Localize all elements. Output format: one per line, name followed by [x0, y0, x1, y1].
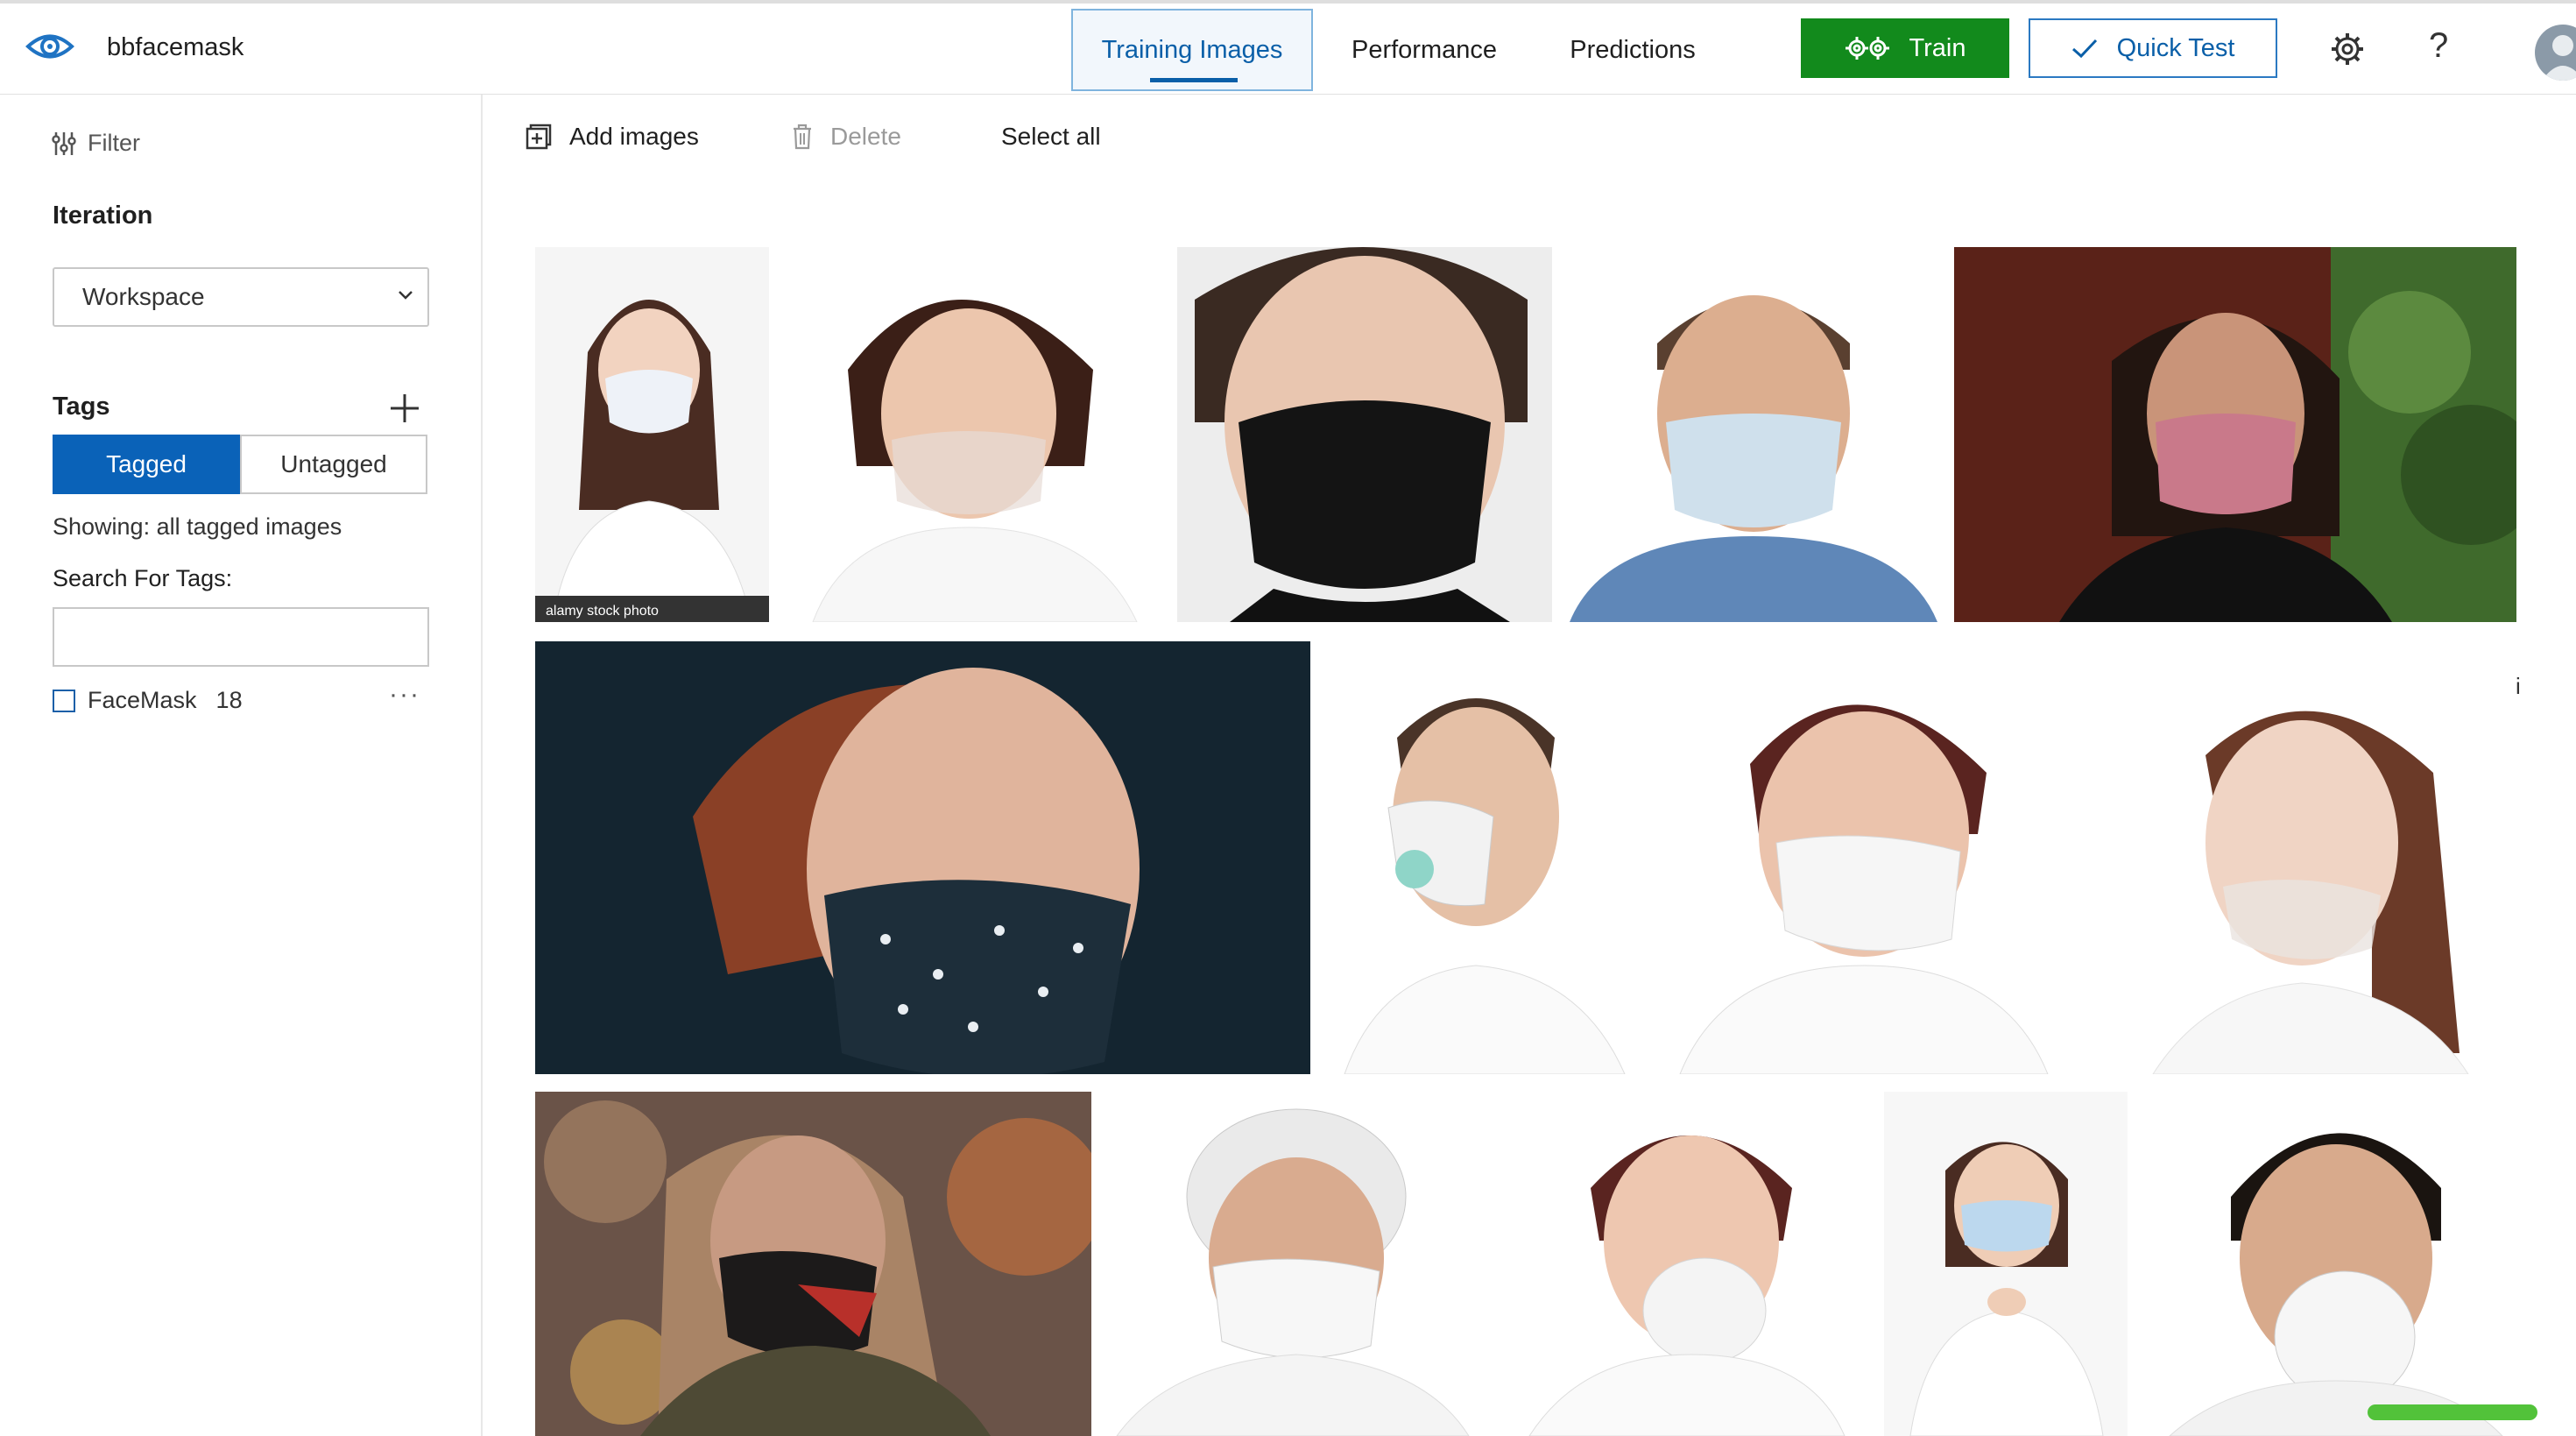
tab-label: Performance: [1351, 35, 1497, 64]
add-images-button[interactable]: Add images: [526, 123, 699, 151]
iteration-value: Workspace: [82, 283, 205, 310]
tag-name: FaceMask: [88, 687, 197, 713]
filter-button[interactable]: Filter: [51, 130, 140, 157]
add-images-label: Add images: [569, 123, 699, 150]
train-label: Train: [1909, 33, 1966, 62]
user-avatar[interactable]: [2535, 25, 2576, 81]
training-image-thumbnail[interactable]: [2083, 641, 2518, 1074]
tab-performance[interactable]: Performance: [1331, 9, 1517, 91]
quick-test-label: Quick Test: [2116, 33, 2235, 62]
tab-label: Predictions: [1570, 35, 1696, 64]
delete-button[interactable]: Delete: [792, 123, 901, 151]
tag-list-item[interactable]: FaceMask 18: [53, 687, 243, 714]
search-tags-input[interactable]: [53, 607, 429, 667]
quick-test-button[interactable]: Quick Test: [2029, 18, 2277, 78]
tags-title: Tags: [53, 393, 110, 421]
train-button[interactable]: Train: [1801, 18, 2009, 78]
watermark-text: alamy stock photo: [546, 604, 659, 619]
training-image-thumbnail[interactable]: [1494, 1092, 1867, 1436]
top-bar: bbfacemask Training Images Performance P…: [0, 0, 2576, 95]
checkmark-icon: [2071, 39, 2097, 59]
select-all-label: Select all: [1001, 123, 1101, 150]
select-all-button[interactable]: Select all: [1001, 123, 1101, 151]
training-image-thumbnail[interactable]: [1884, 1092, 2128, 1436]
search-tags-label: Search For Tags:: [53, 565, 233, 591]
training-image-thumbnail[interactable]: [778, 247, 1163, 622]
add-image-icon: [526, 124, 552, 150]
training-image-thumbnail[interactable]: [535, 1092, 1091, 1436]
training-image-thumbnail[interactable]: [535, 641, 1310, 1074]
help-icon[interactable]: ?: [2429, 26, 2448, 66]
tag-count: 18: [215, 687, 243, 713]
delete-label: Delete: [830, 123, 901, 150]
training-image-thumbnail[interactable]: [1570, 247, 1937, 622]
training-image-thumbnail[interactable]: [1954, 247, 2516, 622]
training-image-thumbnail[interactable]: [1177, 247, 1552, 622]
active-tab-indicator: [1150, 78, 1238, 82]
tab-predictions[interactable]: Predictions: [1547, 9, 1719, 91]
project-name[interactable]: bbfacemask: [107, 33, 243, 62]
trash-icon: [794, 124, 811, 150]
filter-label: Filter: [88, 130, 140, 156]
scroll-indicator-glyph: i: [2516, 673, 2521, 699]
person-icon: [2542, 35, 2576, 81]
iteration-dropdown[interactable]: Workspace: [53, 267, 429, 327]
tag-checkbox[interactable]: [53, 689, 75, 712]
tag-more-options-icon[interactable]: ···: [389, 680, 420, 710]
tab-label: Training Images: [1101, 35, 1283, 64]
training-image-thumbnail[interactable]: [1327, 641, 1639, 1074]
iteration-title: Iteration: [53, 202, 153, 230]
upload-progress-bar: [2368, 1404, 2537, 1420]
showing-status: Showing: all tagged images: [53, 513, 342, 540]
add-tag-plus-icon[interactable]: [389, 393, 420, 424]
training-image-thumbnail[interactable]: [1654, 641, 2065, 1074]
eye-icon[interactable]: [25, 25, 75, 68]
chevron-down-icon: [399, 291, 413, 300]
tab-training-images[interactable]: Training Images: [1071, 9, 1313, 91]
untagged-toggle[interactable]: Untagged: [240, 435, 427, 494]
sidebar: Filter Iteration Workspace Tags Tagged U…: [0, 95, 483, 1436]
filter-sliders-icon: [52, 131, 76, 155]
gears-icon: [1845, 37, 1889, 60]
training-image-thumbnail[interactable]: [1108, 1092, 1478, 1436]
training-image-thumbnail[interactable]: [2143, 1092, 2518, 1436]
training-image-thumbnail[interactable]: alamy stock photo: [535, 247, 769, 622]
settings-gear-icon[interactable]: [2330, 32, 2365, 67]
tagged-toggle[interactable]: Tagged: [53, 435, 240, 494]
